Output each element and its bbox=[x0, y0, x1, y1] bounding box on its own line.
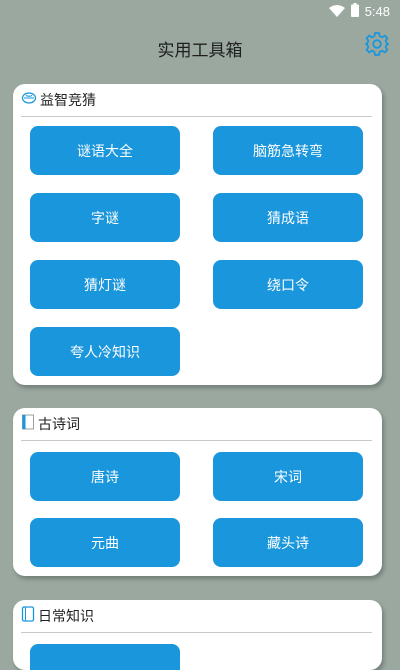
status-icons: 5:48 bbox=[328, 2, 390, 21]
page-title: 实用工具箱 bbox=[157, 41, 243, 61]
wifi-icon bbox=[328, 2, 345, 21]
tile-tang-poems[interactable]: 唐诗 bbox=[30, 452, 180, 501]
tile-tongue-twisters[interactable]: 绕口令 bbox=[213, 260, 363, 309]
book-icon bbox=[21, 414, 35, 434]
tile-guess-idiom[interactable]: 猜成语 bbox=[213, 193, 363, 242]
section-title: 日常知识 bbox=[38, 609, 94, 625]
tile-riddles[interactable]: 谜语大全 bbox=[30, 126, 180, 175]
app-header: 实用工具箱 bbox=[0, 24, 400, 70]
section-header: 古诗词 bbox=[21, 414, 80, 434]
tile-brain-teasers[interactable]: 脑筋急转弯 bbox=[213, 126, 363, 175]
tile-acrostic-poems[interactable]: 藏头诗 bbox=[213, 518, 363, 567]
section-header: 日常知识 bbox=[21, 606, 94, 626]
battery-icon bbox=[350, 2, 359, 21]
tile-character-riddles[interactable]: 字谜 bbox=[30, 193, 180, 242]
divider bbox=[21, 632, 372, 633]
tile-yuan-qu[interactable]: 元曲 bbox=[30, 518, 180, 567]
tile-daily-knowledge-1[interactable] bbox=[30, 644, 180, 670]
section-poetry: 古诗词 唐诗 宋词 元曲 藏头诗 bbox=[13, 408, 382, 576]
tile-lantern-riddles[interactable]: 猜灯谜 bbox=[30, 260, 180, 309]
settings-button[interactable] bbox=[364, 31, 390, 57]
tile-trivia[interactable]: 夸人冷知识 bbox=[30, 327, 180, 376]
status-time: 5:48 bbox=[364, 4, 390, 19]
divider bbox=[21, 440, 372, 441]
section-puzzle: 益智竞猜 谜语大全 脑筋急转弯 字谜 猜成语 猜灯谜 绕口令 夸人冷知识 bbox=[13, 84, 382, 385]
gear-icon bbox=[365, 32, 389, 56]
notebook-icon bbox=[21, 606, 35, 626]
section-title: 古诗词 bbox=[38, 417, 80, 433]
divider bbox=[21, 116, 372, 117]
brain-icon bbox=[21, 90, 37, 110]
status-bar: 5:48 bbox=[0, 0, 400, 24]
section-title: 益智竞猜 bbox=[40, 93, 96, 109]
section-header: 益智竞猜 bbox=[21, 90, 96, 110]
tile-song-ci[interactable]: 宋词 bbox=[213, 452, 363, 501]
